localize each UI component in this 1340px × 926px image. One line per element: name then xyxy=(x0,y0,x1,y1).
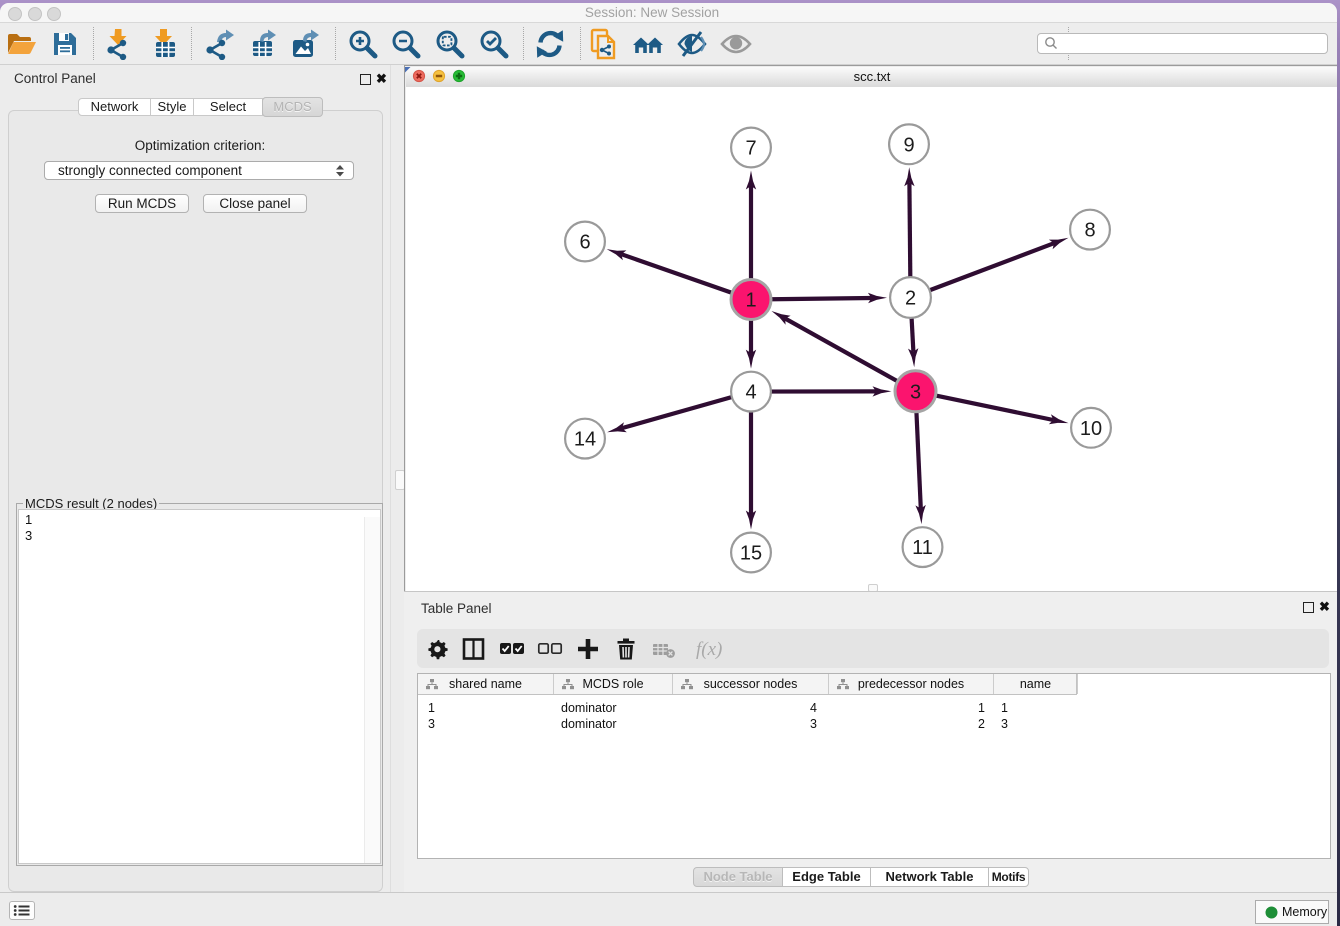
svg-text:14: 14 xyxy=(574,429,596,451)
svg-text:11: 11 xyxy=(912,537,933,559)
svg-text:15: 15 xyxy=(740,543,762,565)
svg-text:1: 1 xyxy=(745,290,756,312)
svg-text:f(x): f(x) xyxy=(696,639,722,660)
svg-text:9: 9 xyxy=(903,134,914,156)
svg-text:6: 6 xyxy=(579,232,590,254)
svg-text:2: 2 xyxy=(905,288,916,310)
svg-text:10: 10 xyxy=(1080,418,1102,440)
svg-text:3: 3 xyxy=(910,381,921,403)
svg-text:4: 4 xyxy=(745,382,756,404)
svg-text:8: 8 xyxy=(1084,220,1095,242)
svg-text:7: 7 xyxy=(745,138,756,160)
